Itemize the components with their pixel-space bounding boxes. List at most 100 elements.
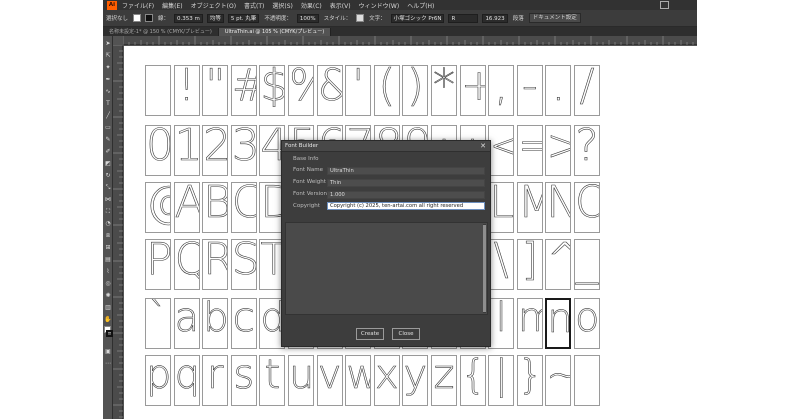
graph-icon[interactable]: ▥ xyxy=(104,304,112,312)
glyph-cell[interactable]: ? xyxy=(574,125,600,176)
width-tool-icon[interactable]: ⋈ xyxy=(104,196,112,204)
hand-icon[interactable]: ✋ xyxy=(104,316,112,324)
glyph-cell[interactable]: 1 xyxy=(173,125,200,176)
stroke-style-select[interactable]: 均等 xyxy=(206,13,224,23)
glyph-cell[interactable] xyxy=(145,65,171,116)
graphic-style-swatch[interactable] xyxy=(356,14,365,22)
glyph-cell[interactable]: ` xyxy=(145,298,171,349)
glyph-cell[interactable]: N xyxy=(545,182,572,233)
menu-window[interactable]: ウィンドウ(W) xyxy=(359,1,400,10)
glyph-cell[interactable]: ' xyxy=(345,65,372,116)
character-label[interactable]: 文字： xyxy=(369,14,386,22)
glyph-cell[interactable]: p xyxy=(145,355,171,406)
fill-swatch[interactable] xyxy=(133,14,142,22)
glyph-cell[interactable]: & xyxy=(316,65,343,116)
glyph-cell[interactable]: > xyxy=(545,125,572,176)
glyph-cell[interactable]: ^ xyxy=(545,239,572,290)
glyph-cell[interactable]: q xyxy=(173,355,200,406)
vertical-ruler[interactable] xyxy=(113,45,123,419)
glyph-cell[interactable]: S xyxy=(230,239,257,290)
glyph-cell[interactable]: o xyxy=(574,298,600,349)
eraser-icon[interactable]: ◩ xyxy=(104,160,112,168)
menu-type[interactable]: 書式(T) xyxy=(244,1,264,10)
stroke-weight-input[interactable]: 0.353 m xyxy=(174,13,203,23)
menu-file[interactable]: ファイル(F) xyxy=(122,1,154,10)
document-setup-button[interactable]: ドキュメント設定 xyxy=(528,13,581,23)
magic-wand-icon[interactable]: ✦ xyxy=(104,64,112,72)
glyph-cell[interactable]: | xyxy=(488,355,515,406)
glyph-cell[interactable]: C xyxy=(230,182,257,233)
log-textarea[interactable] xyxy=(285,222,488,315)
stroke-color-icon[interactable] xyxy=(106,330,113,337)
tab-untitled-document[interactable]: 名称未設定-1* @ 150 % (CMYK/プレビュー) xyxy=(103,28,219,36)
glyph-cell[interactable]: 2 xyxy=(202,125,229,176)
gradient-icon[interactable]: ▤ xyxy=(104,256,112,264)
menu-effect[interactable]: 効果(C) xyxy=(301,1,322,10)
scrollbar-thumb[interactable] xyxy=(483,225,486,312)
horizontal-ruler[interactable] xyxy=(123,36,697,45)
curvature-icon[interactable]: ∿ xyxy=(104,88,112,96)
direct-selection-icon[interactable]: ⇱ xyxy=(104,52,112,60)
glyph-cell[interactable]: m xyxy=(516,298,543,349)
rectangle-icon[interactable]: ▭ xyxy=(104,124,112,132)
glyph-cell[interactable]: ] xyxy=(516,239,543,290)
glyph-cell[interactable]: \ xyxy=(488,239,515,290)
glyph-cell[interactable]: B xyxy=(202,182,229,233)
blend-icon[interactable]: ◎ xyxy=(104,280,112,288)
opacity-input[interactable]: 100% xyxy=(296,13,319,23)
glyph-cell[interactable] xyxy=(574,355,600,406)
brush-select[interactable]: 5 pt. 丸筆 xyxy=(227,13,260,23)
glyph-cell[interactable]: t xyxy=(259,355,286,406)
glyph-cell[interactable]: b xyxy=(202,298,229,349)
tab-ultrathin-document[interactable]: UltraThin.ai @ 105 % (CMYK/プレビュー) xyxy=(218,28,332,36)
perspective-icon[interactable]: ⧈ xyxy=(104,232,112,240)
close-button[interactable]: Close xyxy=(392,328,420,340)
font-style-select[interactable]: R xyxy=(448,13,479,23)
menu-edit[interactable]: 編集(E) xyxy=(162,1,182,10)
glyph-cell[interactable]: ) xyxy=(402,65,429,116)
glyph-cell[interactable]: / xyxy=(574,65,600,116)
glyph-cell[interactable]: * xyxy=(431,65,457,116)
glyph-cell[interactable]: ~ xyxy=(545,355,572,406)
glyph-cell[interactable]: R xyxy=(202,239,229,290)
scale-icon[interactable]: ⤡ xyxy=(104,184,112,192)
shape-builder-icon[interactable]: ◔ xyxy=(104,220,112,228)
glyph-cell[interactable]: c xyxy=(230,298,257,349)
glyph-cell[interactable]: < xyxy=(488,125,515,176)
glyph-cell[interactable]: w xyxy=(345,355,372,406)
glyph-cell[interactable]: L xyxy=(488,182,515,233)
glyph-cell[interactable]: $ xyxy=(259,65,286,116)
close-icon[interactable]: ✕ xyxy=(480,141,486,152)
glyph-cell[interactable]: { xyxy=(459,355,486,406)
edit-toolbar-icon[interactable]: ⋯ xyxy=(104,360,112,368)
rotate-icon[interactable]: ↻ xyxy=(104,172,112,180)
glyph-cell[interactable]: a xyxy=(173,298,200,349)
stroke-swatch[interactable] xyxy=(145,14,154,22)
font-size-input[interactable]: 16.923 xyxy=(482,13,508,23)
screen-mode-icon[interactable]: ▣ xyxy=(104,348,112,356)
glyph-cell[interactable]: M xyxy=(516,182,543,233)
type-icon[interactable]: T xyxy=(104,100,112,108)
shaper-icon[interactable]: ✐ xyxy=(104,148,112,156)
glyph-cell[interactable]: Q xyxy=(173,239,200,290)
glyph-cell[interactable]: % xyxy=(288,65,314,116)
glyph-cell[interactable]: 3 xyxy=(230,125,257,176)
glyph-cell[interactable]: y xyxy=(402,355,429,406)
menu-help[interactable]: ヘルプ(H) xyxy=(407,1,434,10)
glyph-cell[interactable]: ! xyxy=(173,65,200,116)
glyph-cell[interactable]: . xyxy=(545,65,572,116)
glyph-cell[interactable]: l xyxy=(488,298,515,349)
font-weight-input[interactable]: Thin xyxy=(327,179,485,187)
menu-select[interactable]: 選択(S) xyxy=(272,1,293,10)
font-version-input[interactable]: 1.000 xyxy=(327,191,485,199)
glyph-cell[interactable]: A xyxy=(173,182,200,233)
create-button[interactable]: Create xyxy=(356,328,384,340)
glyph-cell[interactable]: r xyxy=(202,355,229,406)
workspace-switcher-icon[interactable] xyxy=(660,1,669,9)
glyph-cell[interactable]: - xyxy=(516,65,543,116)
glyph-cell[interactable]: @ xyxy=(145,182,171,233)
paragraph-label[interactable]: 段落 xyxy=(513,14,524,22)
glyph-cell[interactable]: s xyxy=(230,355,257,406)
glyph-cell[interactable]: n xyxy=(545,298,572,349)
glyph-cell[interactable]: # xyxy=(230,65,257,116)
